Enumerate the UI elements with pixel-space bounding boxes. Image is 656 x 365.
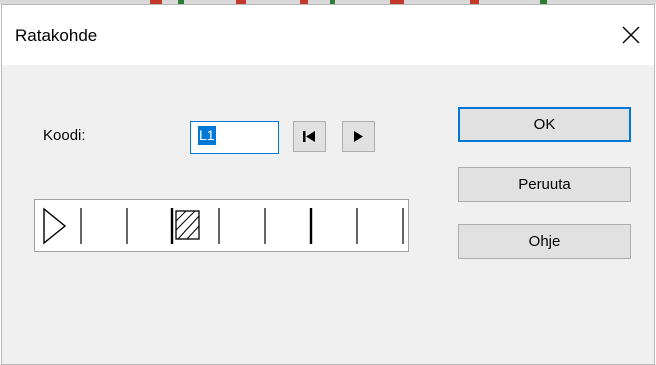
start-triangle-icon [43, 207, 67, 245]
play-next-icon [354, 131, 363, 142]
track-segments [43, 207, 404, 245]
first-button[interactable] [293, 121, 326, 152]
code-input[interactable]: L1 [190, 121, 279, 154]
track-selector[interactable] [34, 199, 409, 252]
ratakohde-dialog: Ratakohde Koodi: L1 OK Peruuta Ohje [1, 4, 655, 365]
hatched-box-icon [175, 210, 200, 240]
code-label: Koodi: [43, 127, 86, 144]
next-button[interactable] [342, 121, 375, 152]
dialog-title: Ratakohde [15, 26, 98, 45]
help-button[interactable]: Ohje [458, 224, 631, 259]
title-bar: Ratakohde [2, 5, 654, 65]
skip-to-first-icon [303, 131, 315, 142]
close-icon [622, 26, 640, 44]
code-input-value: L1 [198, 126, 216, 145]
cancel-button[interactable]: Peruuta [458, 167, 631, 202]
ok-button[interactable]: OK [458, 107, 631, 142]
close-button[interactable] [608, 5, 654, 65]
